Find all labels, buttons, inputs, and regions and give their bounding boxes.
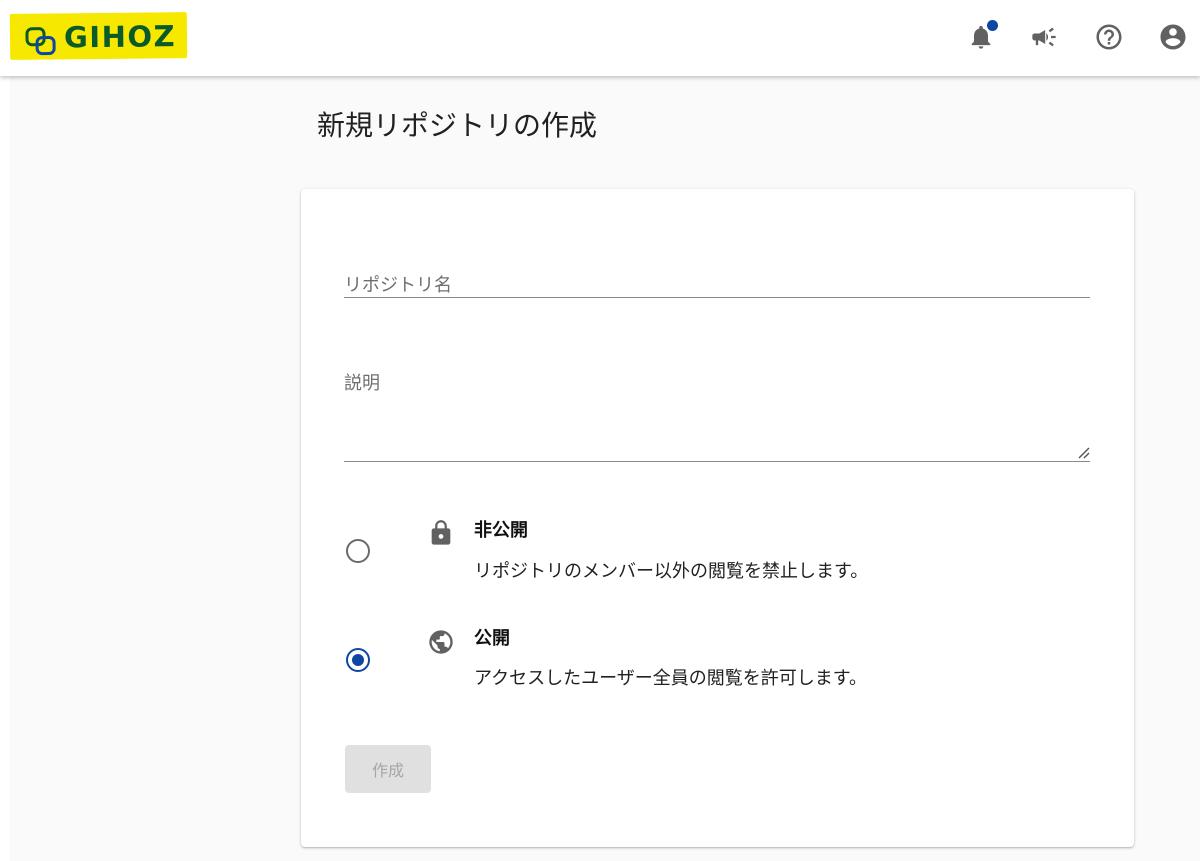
account-button[interactable] [1156, 20, 1190, 54]
create-button[interactable]: 作成 [345, 745, 431, 793]
notification-badge [987, 20, 998, 31]
logo[interactable]: GIHOZ [9, 12, 188, 60]
description-field [344, 349, 1090, 481]
globe-icon [429, 630, 453, 654]
visibility-radio-private[interactable] [346, 539, 370, 563]
logo-mark-icon [25, 27, 56, 56]
app-bar: GIHOZ [0, 0, 1200, 76]
visibility-radio-public[interactable] [346, 648, 370, 672]
visibility-public-description: アクセスしたユーザー全員の閲覧を許可します。 [474, 668, 867, 689]
resize-handle-icon[interactable] [1076, 447, 1090, 459]
page-title: 新規リポジトリの作成 [317, 109, 598, 142]
megaphone-icon [1032, 27, 1056, 47]
logo-text: GIHOZ [63, 19, 177, 55]
visibility-public-title: 公開 [474, 628, 510, 649]
help-button[interactable] [1092, 20, 1126, 54]
repository-name-input[interactable] [344, 254, 1090, 307]
announcements-button[interactable] [1027, 20, 1061, 54]
visibility-private-title: 非公開 [474, 520, 528, 541]
visibility-private-description: リポジトリのメンバー以外の閲覧を禁止します。 [474, 561, 869, 582]
create-repository-card: 非公開 リポジトリのメンバー以外の閲覧を禁止します。 公開 アクセスしたユーザー… [301, 189, 1134, 847]
help-circle-icon [1096, 24, 1122, 50]
main-content: 新規リポジトリの作成 非公開 リポジトリのメンバー以外の閲覧を禁止します。 公開… [10, 76, 1200, 861]
repository-name-field [344, 254, 1090, 307]
account-circle-icon [1160, 24, 1186, 50]
description-input[interactable] [344, 349, 1090, 481]
radio-selected-dot [352, 654, 364, 666]
lock-icon [431, 520, 451, 545]
